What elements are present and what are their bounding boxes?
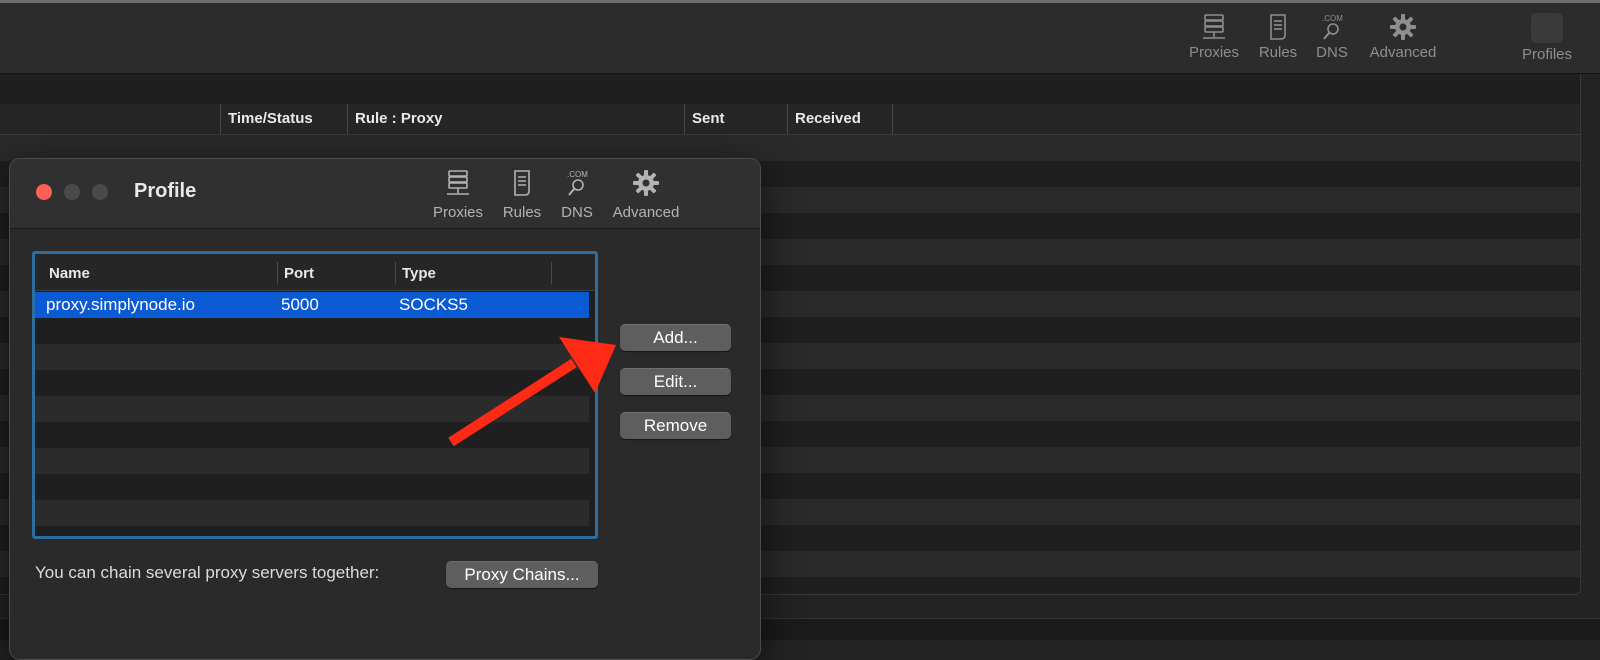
close-button[interactable] — [36, 184, 52, 200]
column-separator — [551, 262, 552, 284]
profiles-icon — [1531, 13, 1563, 43]
column-header-time-status[interactable]: Time/Status — [220, 104, 313, 134]
dialog-tab-advanced[interactable]: Advanced — [609, 169, 683, 221]
table-row — [35, 422, 589, 448]
column-header-port[interactable]: Port — [278, 254, 314, 290]
dialog-tab-dns[interactable]: .COM DNS — [559, 169, 595, 221]
connections-table-header: Time/Status Rule : Proxy Sent Received — [0, 104, 1580, 135]
table-row — [35, 448, 589, 474]
toolbar-label: Proxies — [1188, 44, 1240, 61]
dialog-tab-label: Proxies — [432, 204, 484, 221]
table-row — [35, 396, 589, 422]
proxy-name-cell: proxy.simplynode.io — [46, 295, 195, 314]
column-separator — [892, 104, 893, 134]
table-row — [35, 500, 589, 526]
server-icon — [447, 170, 469, 195]
add-button[interactable]: Add... — [620, 324, 731, 351]
toolbar-item-advanced[interactable]: Advanced — [1366, 13, 1440, 61]
document-icon — [1270, 14, 1286, 40]
dns-search-icon: .COM — [567, 170, 588, 196]
minimize-button[interactable] — [64, 184, 80, 200]
column-header-sent[interactable]: Sent — [684, 104, 725, 134]
toolbar-label: DNS — [1316, 44, 1348, 61]
toolbar-label: Advanced — [1369, 44, 1437, 61]
dialog-tab-label: Advanced — [612, 204, 680, 221]
column-header-name[interactable]: Name — [43, 254, 90, 290]
toolbar-label: Profiles — [1521, 46, 1573, 63]
chain-description: You can chain several proxy servers toge… — [35, 563, 380, 582]
dialog-titlebar: Profile Proxies Rules .COM DNS Advanced — [10, 159, 760, 229]
toolbar-item-proxies[interactable]: Proxies — [1188, 13, 1240, 61]
remove-button[interactable]: Remove — [620, 412, 731, 439]
server-icon — [1203, 14, 1225, 39]
dialog-tab-proxies[interactable]: Proxies — [432, 169, 484, 221]
proxy-table[interactable]: Name Port Type proxy.simplynode.io 5000 … — [32, 251, 598, 539]
profile-dialog: Profile Proxies Rules .COM DNS Advanced … — [9, 158, 761, 660]
gear-icon — [1390, 14, 1416, 40]
dns-search-icon: .COM — [1322, 14, 1343, 40]
dialog-title: Profile — [134, 180, 197, 202]
proxy-port-cell: 5000 — [281, 295, 319, 314]
proxy-chains-button[interactable]: Proxy Chains... — [446, 561, 598, 588]
toolbar-item-dns[interactable]: .COM DNS — [1314, 13, 1350, 61]
table-row — [35, 474, 589, 500]
toolbar-label: Rules — [1258, 44, 1298, 61]
toolbar-item-rules[interactable]: Rules — [1256, 13, 1300, 61]
proxy-table-header: Name Port Type — [35, 254, 595, 291]
main-toolbar: Proxies Rules .COM DNS Advanced Profiles — [0, 3, 1600, 74]
proxy-type-cell: SOCKS5 — [399, 295, 468, 314]
table-row — [35, 318, 589, 344]
gear-icon — [633, 170, 659, 196]
table-row — [35, 344, 589, 370]
toolbar-item-profiles[interactable]: Profiles — [1516, 13, 1578, 63]
document-icon — [514, 170, 530, 196]
column-header-rule-proxy[interactable]: Rule : Proxy — [347, 104, 443, 134]
dialog-tab-label: DNS — [561, 204, 593, 221]
edit-button[interactable]: Edit... — [620, 368, 731, 395]
dns-icon-text: .COM — [1322, 14, 1343, 23]
proxy-row-selected[interactable]: proxy.simplynode.io 5000 SOCKS5 — [35, 292, 589, 318]
dialog-tab-label: Rules — [502, 204, 542, 221]
column-header-type[interactable]: Type — [396, 254, 436, 290]
zoom-button[interactable] — [92, 184, 108, 200]
table-row — [35, 370, 589, 396]
dialog-tab-rules[interactable]: Rules — [500, 169, 544, 221]
dns-icon-text: .COM — [567, 170, 588, 179]
column-header-received[interactable]: Received — [787, 104, 861, 134]
